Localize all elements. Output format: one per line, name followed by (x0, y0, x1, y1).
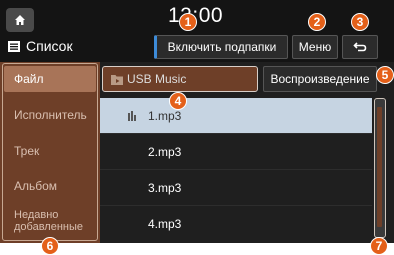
file-name: 4.mp3 (148, 217, 182, 231)
back-button[interactable] (342, 35, 378, 59)
callout-2: 2 (308, 13, 326, 31)
play-button[interactable]: Воспроизведение (263, 66, 377, 92)
sidebar-item-track[interactable]: Трек (4, 138, 96, 164)
file-row[interactable]: 4.mp3 (100, 206, 372, 242)
list-icon (8, 40, 20, 52)
file-name: 3.mp3 (148, 180, 182, 195)
enable-subfolders-button[interactable]: Включить подпапки (154, 35, 288, 59)
current-folder-label: USB Music (127, 72, 187, 86)
sidebar-item-recently-added[interactable]: Недавно добавленные (4, 204, 84, 238)
current-folder[interactable]: USB Music (102, 66, 258, 92)
file-row[interactable]: 2.mp3 (100, 134, 372, 170)
screen-title-label: Список (26, 38, 73, 54)
scrollbar[interactable] (374, 98, 386, 238)
home-icon (15, 15, 25, 25)
callout-3: 3 (351, 13, 369, 31)
callout-7: 7 (370, 237, 388, 255)
top-bar: 12:00 Список Включить подпапки Меню (0, 0, 394, 62)
scrollbar-thumb[interactable] (377, 107, 382, 227)
bottom-margin (0, 243, 394, 255)
callout-4: 4 (169, 92, 187, 110)
callout-6: 6 (41, 237, 59, 255)
home-button[interactable] (6, 8, 34, 32)
sidebar-item-artist[interactable]: Исполнитель (4, 102, 96, 128)
category-sidebar: Файл Исполнитель Трек Альбом Недавно доб… (0, 62, 100, 243)
file-name: 2.mp3 (148, 144, 182, 159)
sidebar-item-album[interactable]: Альбом (4, 173, 96, 199)
file-row[interactable]: 1.mp3 (100, 98, 372, 134)
screen-title: Список (8, 38, 73, 54)
menu-button[interactable]: Меню (292, 35, 338, 59)
now-playing-icon (128, 111, 136, 121)
media-list-screen: 12:00 Список Включить подпапки Меню Файл… (0, 0, 394, 255)
folder-icon (111, 75, 123, 85)
callout-1: 1 (179, 13, 197, 31)
sidebar-item-file[interactable]: Файл (4, 66, 96, 92)
file-name: 1.mp3 (148, 108, 182, 123)
file-row[interactable]: 3.mp3 (100, 170, 372, 206)
callout-5: 5 (376, 66, 394, 84)
back-arrow-icon (353, 42, 367, 52)
